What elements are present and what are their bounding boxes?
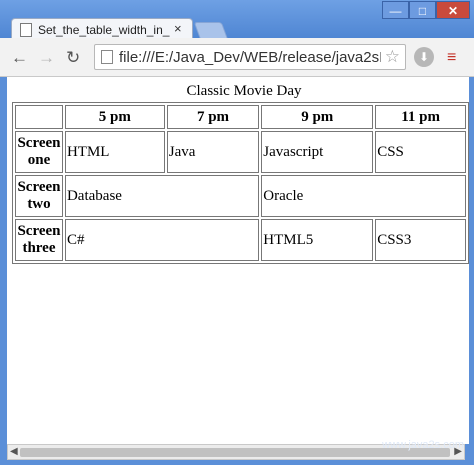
menu-icon[interactable]: ≡ — [447, 49, 456, 67]
header-row: 5 pm 7 pm 9 pm 11 pm — [15, 105, 466, 129]
url-text[interactable]: file:///E:/Java_Dev/WEB/release/java2sID — [119, 49, 381, 66]
table-cell: HTML5 — [261, 219, 374, 261]
table-row: Screen one HTML Java Javascript CSS — [15, 131, 466, 173]
page-viewport: Classic Movie Day 5 pm 7 pm 9 pm 11 pm S… — [7, 77, 469, 444]
table-cell: Java — [166, 131, 260, 173]
bookmark-star-icon[interactable]: ☆ — [385, 47, 400, 67]
row-label: Screen two — [15, 175, 63, 217]
browser-toolbar: ← → ↻ file:///E:/Java_Dev/WEB/release/ja… — [0, 38, 474, 77]
corner-header — [15, 105, 63, 129]
maximize-button[interactable]: □ — [409, 1, 436, 19]
table-cell: Database — [64, 175, 260, 217]
address-bar[interactable]: file:///E:/Java_Dev/WEB/release/java2sID… — [94, 44, 406, 70]
close-window-button[interactable]: ✕ — [436, 1, 470, 19]
table-cell: HTML — [64, 131, 165, 173]
minimize-button[interactable]: — — [382, 1, 409, 19]
table-row: Screen three C# HTML5 CSS3 — [15, 219, 466, 261]
table-caption: Classic Movie Day — [186, 83, 302, 99]
table-cell: Oracle — [261, 175, 466, 217]
table-row: Screen two Database Oracle — [15, 175, 466, 217]
table-cell: CSS3 — [375, 219, 466, 261]
title-bar: Set_the_table_width_in_HT × — □ ✕ — [0, 0, 474, 41]
forward-icon[interactable]: → — [38, 48, 55, 68]
movie-schedule-table: 5 pm 7 pm 9 pm 11 pm Screen one HTML Jav… — [12, 102, 469, 264]
header-9pm: 9 pm — [261, 105, 374, 129]
watermark: www.java2s.com — [382, 439, 464, 451]
tab-close-icon[interactable]: × — [174, 21, 182, 36]
page-icon — [20, 23, 32, 37]
tab-title: Set_the_table_width_in_HT — [38, 23, 170, 37]
extension-icon[interactable]: ⬇ — [414, 47, 434, 67]
browser-window: Set_the_table_width_in_HT × — □ ✕ ← → ↻ … — [0, 0, 474, 465]
row-label: Screen one — [15, 131, 63, 173]
scroll-left-icon[interactable]: ◀ — [10, 446, 18, 457]
header-11pm: 11 pm — [375, 105, 466, 129]
back-icon[interactable]: ← — [11, 48, 28, 68]
page-icon — [101, 50, 113, 64]
table-cell: C# — [64, 219, 260, 261]
table-cell: CSS — [375, 131, 466, 173]
reload-icon[interactable]: ↻ — [66, 48, 80, 68]
table-cell: Javascript — [261, 131, 374, 173]
header-5pm: 5 pm — [64, 105, 165, 129]
row-label: Screen three — [15, 219, 63, 261]
header-7pm: 7 pm — [166, 105, 260, 129]
